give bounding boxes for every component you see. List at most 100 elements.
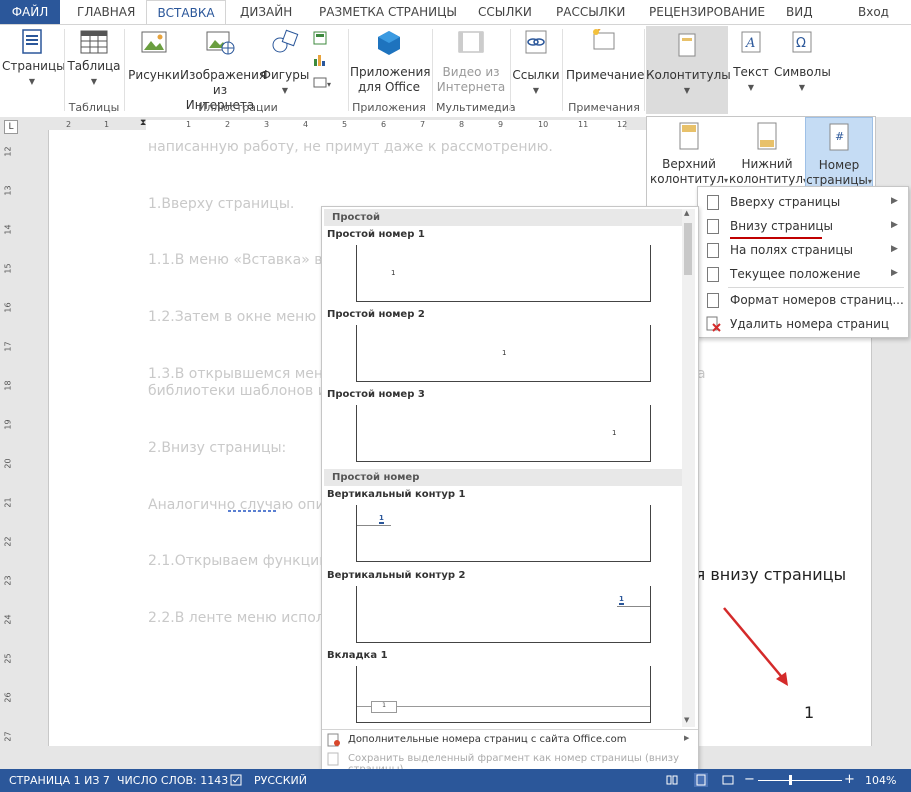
- header-footer-button[interactable]: Колонтитулы ▼: [646, 26, 731, 114]
- scrollbar-thumb[interactable]: [684, 223, 692, 275]
- video-icon: [458, 31, 484, 53]
- ruler-tick-label: 23: [3, 575, 13, 586]
- group-label-media: Мультимедиа: [436, 101, 516, 114]
- screenshot-icon[interactable]: ▾: [313, 76, 333, 93]
- chevron-down-icon: ▼: [798, 83, 806, 92]
- more-online-label: Дополнительные номера страниц с сайта Of…: [348, 734, 627, 745]
- vertical-ruler: 12 13 14 15 16 17 18 19 20 21 22 23 24 25 26 27: [0, 135, 20, 765]
- table-button[interactable]: Таблица ▼: [66, 29, 122, 89]
- ruler-tick-label: 21: [3, 497, 13, 508]
- sample-page-number: 1: [391, 269, 396, 277]
- pictures-button[interactable]: Рисунки: [128, 29, 180, 83]
- online-video-button[interactable]: Видео из Интернета: [436, 29, 506, 95]
- gallery-item-label: Простой номер 2: [327, 309, 425, 320]
- ruler-tick-label: 18: [3, 380, 13, 391]
- apps-for-office-button[interactable]: Приложения для Office: [350, 29, 431, 95]
- tab-review[interactable]: РЕЦЕНЗИРОВАНИЕ: [649, 0, 765, 24]
- gallery-item-simple-3[interactable]: 1: [356, 405, 651, 462]
- zoom-slider-thumb[interactable]: [789, 775, 792, 785]
- scroll-up-icon[interactable]: ▲: [684, 209, 689, 217]
- menu-item-remove[interactable]: Удалить номера страниц: [698, 313, 908, 335]
- footer-label-1: Нижний: [741, 157, 793, 171]
- chevron-down-icon: ▼: [90, 77, 98, 86]
- table-label: Таблица: [67, 59, 121, 73]
- office-online-icon: [327, 733, 340, 747]
- document-line: 2.Внизу страницы:: [148, 440, 287, 456]
- comment-icon: [593, 29, 615, 50]
- ruler-tick-label: 10: [538, 120, 549, 129]
- group-label-illustrations: Иллюстрации: [198, 101, 278, 114]
- footer-button[interactable]: Нижний колонтитул▾: [729, 119, 807, 188]
- tab-view[interactable]: ВИД: [786, 0, 813, 24]
- group-divider: [562, 29, 563, 111]
- proofing-icon[interactable]: [230, 774, 242, 786]
- status-word-count[interactable]: ЧИСЛО СЛОВ: 1143: [117, 774, 228, 787]
- ruler-tick-label: 6: [381, 120, 387, 129]
- symbols-button[interactable]: Ω Символы ▼: [774, 29, 831, 95]
- chevron-right-icon: ▶: [684, 734, 690, 742]
- ruler-tick-label: 11: [578, 120, 589, 129]
- tab-insert[interactable]: ВСТАВКА: [146, 0, 226, 25]
- text-button[interactable]: A Текст ▼: [730, 29, 772, 95]
- links-label: Ссылки: [512, 68, 560, 82]
- smartart-icon[interactable]: [313, 31, 327, 48]
- menu-item-format[interactable]: Формат номеров страниц...: [698, 289, 908, 311]
- zoom-slider-track[interactable]: [758, 780, 842, 781]
- signin-link[interactable]: Вход: [858, 0, 889, 24]
- ruler-tick-label: 12: [3, 146, 13, 157]
- more-online-numbers-item[interactable]: Дополнительные номера страниц с сайта Of…: [322, 731, 698, 749]
- apps-label-1: Приложения: [350, 65, 431, 79]
- store-icon: [378, 31, 400, 55]
- picture-icon: [141, 31, 167, 53]
- chart-icon[interactable]: [313, 53, 327, 70]
- status-language[interactable]: РУССКИЙ: [254, 774, 307, 787]
- shapes-button[interactable]: Фигуры ▼: [260, 29, 310, 98]
- gallery-item-tab-1[interactable]: 1: [356, 666, 651, 723]
- read-mode-icon[interactable]: [666, 774, 678, 786]
- apps-label-2: для Office: [357, 80, 421, 94]
- page-number-button[interactable]: # Номер страницы▾: [805, 117, 873, 190]
- tab-design[interactable]: ДИЗАЙН: [240, 0, 292, 24]
- ruler-tick-label: 24: [3, 614, 13, 625]
- menu-item-bottom-of-page[interactable]: Внизу страницы ▶: [698, 215, 908, 239]
- tab-file[interactable]: ФАЙЛ: [0, 0, 60, 24]
- scroll-down-icon[interactable]: ▼: [684, 716, 689, 724]
- pages-button[interactable]: Страницы ▼: [2, 29, 66, 89]
- tab-layout[interactable]: РАЗМЕТКА СТРАНИЦЫ: [319, 0, 457, 24]
- header-button[interactable]: Верхний колонтитул▾: [649, 119, 729, 188]
- tab-references[interactable]: ССЫЛКИ: [478, 0, 532, 24]
- print-layout-icon[interactable]: [694, 773, 708, 787]
- zoom-out-button[interactable]: −: [744, 772, 755, 787]
- ruler-tick-label: 4: [303, 120, 309, 129]
- zoom-level[interactable]: 104%: [865, 774, 896, 787]
- tab-home[interactable]: ГЛАВНАЯ: [77, 0, 135, 24]
- tab-mailings[interactable]: РАССЫЛКИ: [556, 0, 625, 24]
- chevron-down-icon: ▼: [281, 86, 289, 95]
- sample-outline: [357, 706, 650, 707]
- ruler-tick-label: 15: [3, 263, 13, 274]
- web-layout-icon[interactable]: [722, 774, 734, 786]
- comment-button[interactable]: Примечание: [566, 29, 644, 83]
- header-footer-label: Колонтитулы: [646, 68, 731, 82]
- tab-selector[interactable]: L: [4, 120, 18, 134]
- gallery-item-simple-1[interactable]: 1: [356, 245, 651, 302]
- menu-item-current-position[interactable]: Текущее положение ▶: [698, 263, 908, 285]
- status-page-count[interactable]: СТРАНИЦА 1 ИЗ 7: [9, 774, 110, 787]
- gallery-item-vertical-1[interactable]: 1: [356, 505, 651, 562]
- gallery-item-simple-2[interactable]: 1: [356, 325, 651, 382]
- menu-item-page-margins[interactable]: На полях страницы ▶: [698, 239, 908, 261]
- sample-page-number: 1: [502, 349, 507, 357]
- menu-item-top-of-page[interactable]: Вверху страницы ▶: [698, 191, 908, 213]
- sample-outline: [357, 525, 391, 526]
- zoom-in-button[interactable]: +: [844, 772, 855, 787]
- annotation-arrow-icon: [723, 607, 788, 686]
- svg-text:#: #: [835, 130, 844, 143]
- indent-marker[interactable]: ⧗: [140, 118, 146, 128]
- status-bar: СТРАНИЦА 1 ИЗ 7 ЧИСЛО СЛОВ: 1143 РУССКИЙ…: [0, 769, 911, 792]
- gallery-scrollbar[interactable]: ▲ ▼: [682, 209, 695, 727]
- links-button[interactable]: Ссылки ▼: [512, 29, 560, 98]
- text-box-icon: A: [741, 31, 761, 53]
- gallery-item-vertical-2[interactable]: 1: [356, 586, 651, 643]
- save-selection-item[interactable]: Сохранить выделенный фрагмент как номер …: [322, 750, 698, 775]
- document-line: 1.2.Затем в окне меню «Но: [148, 309, 349, 325]
